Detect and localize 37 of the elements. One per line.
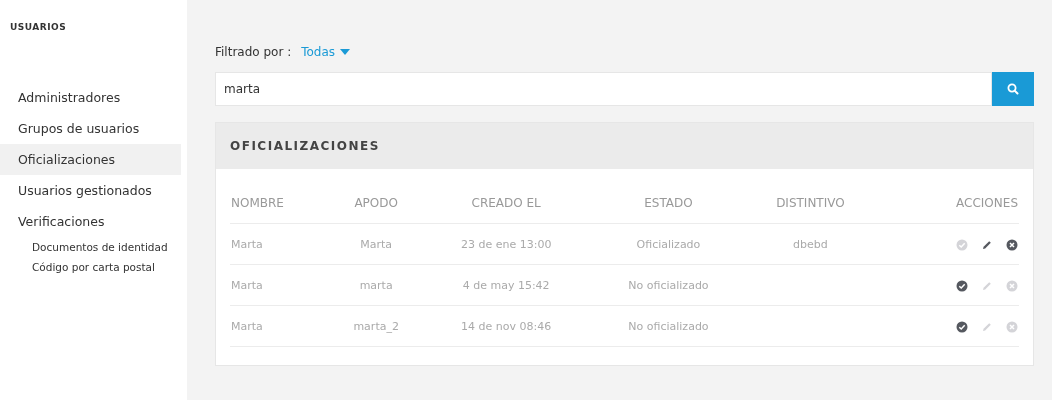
table-cell: No oficializado: [628, 278, 709, 292]
table-cell: marta: [359, 278, 393, 292]
search-button[interactable]: [992, 72, 1034, 106]
sidebar-subitem[interactable]: Documentos de identidad: [0, 237, 181, 257]
table-cell: marta_2: [353, 319, 399, 333]
column-header: CREADO EL: [420, 183, 592, 224]
column-header: DISTINTIVO: [744, 183, 876, 224]
column-header: NOMBRE: [230, 183, 333, 224]
sidebar-item[interactable]: Verificaciones: [0, 206, 181, 237]
check-circle-button[interactable]: [956, 320, 968, 333]
x-circle-button[interactable]: [1006, 238, 1018, 251]
check-circle-button[interactable]: [956, 279, 968, 292]
table-cell: No oficializado: [628, 319, 709, 333]
table-cell: 4 de may 15:42: [462, 278, 550, 292]
sidebar-item[interactable]: Grupos de usuarios: [0, 113, 181, 144]
table-cell: 23 de ene 13:00: [460, 237, 552, 251]
sidebar-item[interactable]: Oficializaciones: [0, 144, 181, 175]
sidebar-item[interactable]: Usuarios gestionados: [0, 175, 181, 206]
table-cell: 14 de nov 08:46: [461, 319, 552, 333]
caret-icon: [340, 49, 351, 55]
column-header: ACCIONES: [875, 183, 1019, 224]
panel-title: OFICIALIZACIONES: [230, 139, 380, 153]
sidebar-subitem[interactable]: Código por carta postal: [0, 257, 181, 277]
filter-label: Filtrado por :: [215, 45, 292, 59]
search-icon: [1007, 83, 1019, 95]
table-cell: Marta: [360, 237, 393, 251]
column-header: APODO: [332, 183, 421, 224]
sidebar-item[interactable]: Administradores: [0, 82, 181, 113]
search-field[interactable]: marta: [215, 72, 992, 106]
table-cell: Marta: [231, 319, 263, 333]
table-cell: dbebd: [793, 237, 828, 251]
table-cell: Marta: [231, 278, 263, 292]
column-header: ESTADO: [592, 183, 745, 224]
pencil-button[interactable]: [981, 238, 993, 251]
table-cell: Marta: [231, 237, 263, 251]
sidebar-title: USUARIOS: [9, 21, 68, 32]
table-cell: Oficializado: [636, 237, 701, 251]
